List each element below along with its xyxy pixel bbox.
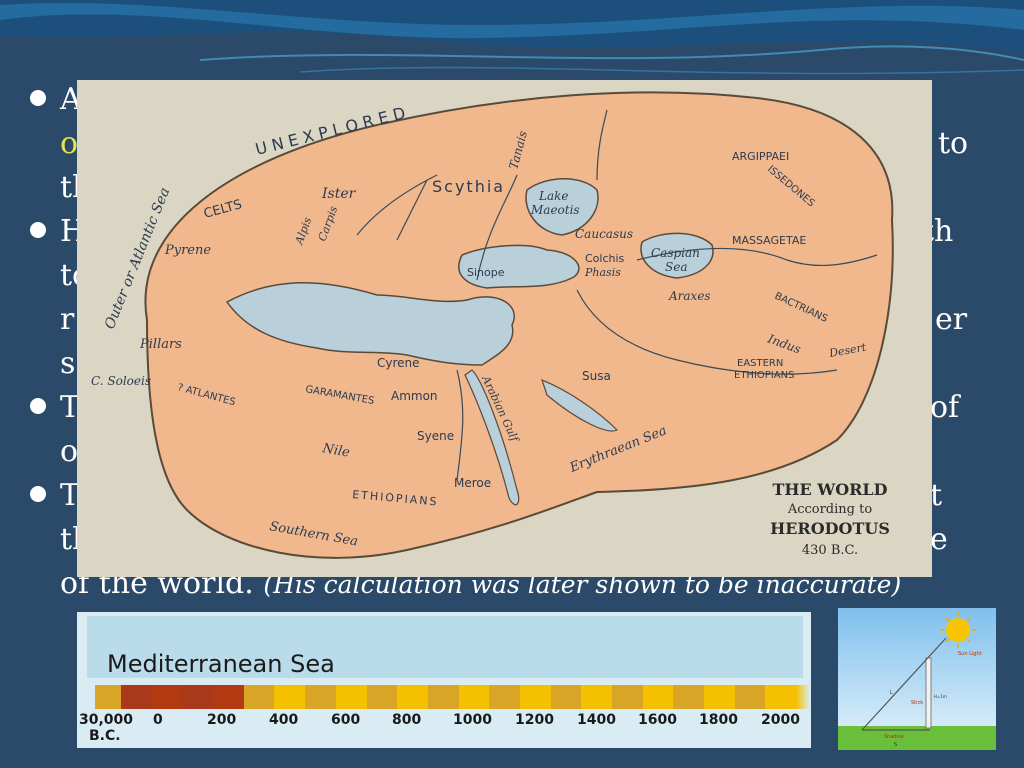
map-label-colchis: Colchis <box>585 252 625 265</box>
map-label-caspian: Caspian <box>651 246 700 260</box>
map-caption-date: 430 B.C. <box>802 543 858 558</box>
wave-header-decoration <box>0 0 1024 75</box>
timeline-title-box: Mediterranean Sea <box>87 616 803 678</box>
timeline-segment <box>335 685 367 709</box>
map-label-eastern: EASTERN <box>737 358 783 369</box>
timeline-label: 1600 <box>638 712 677 728</box>
map-label-massagetae: MASSAGETAE <box>732 234 806 247</box>
timeline-segment <box>151 685 183 709</box>
height-label: H=1m <box>934 694 947 699</box>
s-label: S <box>894 742 897 748</box>
timeline-segment <box>519 685 551 709</box>
stick-icon <box>925 657 932 729</box>
timeline-segment <box>458 685 490 709</box>
map-caption-herodotus: HERODOTUS <box>770 519 890 538</box>
map-label-argippaei: ARGIPPAEI <box>732 150 789 163</box>
timeline-label: 1800 <box>699 712 738 728</box>
timeline-segment <box>121 685 152 709</box>
bullet-2-frag: r <box>60 302 75 337</box>
timeline-segment <box>397 685 428 709</box>
timeline-segment <box>734 685 766 709</box>
bullet-dot <box>30 90 46 106</box>
map-label-scythia: Scythia <box>432 177 505 196</box>
timeline-segment <box>366 685 398 709</box>
timeline-label: 1000 <box>453 712 492 728</box>
timeline-label: 30,000 <box>79 712 134 728</box>
map-label-sinope: Sinope <box>467 266 505 279</box>
map-label-phasis: Phasis <box>584 266 621 279</box>
timeline-segment <box>305 685 336 709</box>
timeline-label: 600 <box>331 712 361 728</box>
bullet-dot <box>30 398 46 414</box>
map-label-syene: Syene <box>417 429 454 443</box>
map-label-maeotis: Maeotis <box>530 203 580 217</box>
bullet-2-frag: s <box>60 346 76 381</box>
timeline-segment <box>704 685 735 709</box>
map-label-ethiopians-east: ETHIOPIANS <box>734 370 794 381</box>
timeline-label: 2000 <box>761 712 800 728</box>
slide: A o to th H th to r er s T of o T t th e… <box>0 0 1024 768</box>
timeline-segment <box>427 685 459 709</box>
stick-label: Stick <box>911 700 923 706</box>
bullet-dot <box>30 222 46 238</box>
sun-icon <box>946 618 970 642</box>
timeline-segment <box>213 685 244 709</box>
bullet-dot <box>30 486 46 502</box>
map-label-ister: Ister <box>321 186 357 202</box>
timeline-labels: 30,000 0 200 400 600 800 1000 1200 1400 1600 1800 2… <box>77 710 811 750</box>
timeline-segment <box>95 685 121 709</box>
map-label-cyrene: Cyrene <box>377 356 420 370</box>
sun-light-label: Sun Light <box>958 651 982 657</box>
map-label-pyrene: Pyrene <box>164 243 211 258</box>
map-label-caspian-sea: Sea <box>665 260 687 274</box>
timeline-segment <box>642 685 674 709</box>
map-label-caucasus: Caucasus <box>575 227 633 241</box>
map-label-lake: Lake <box>538 189 569 203</box>
timeline-segment <box>581 685 612 709</box>
timeline-segment <box>765 685 797 709</box>
timeline-label-bc: B.C. <box>89 728 121 744</box>
bullet-1-frag: to <box>938 126 969 161</box>
timeline-segment <box>243 685 275 709</box>
timeline-label: 200 <box>207 712 237 728</box>
timeline-segment <box>550 685 582 709</box>
bullet-3-frag: of <box>930 390 960 425</box>
timeline-label: 800 <box>392 712 422 728</box>
bullet-4-frag: e <box>930 522 948 557</box>
map-label-araxes: Araxes <box>668 289 711 303</box>
timeline-segment <box>274 685 306 709</box>
timeline-fade <box>796 685 811 709</box>
map-label-meroe: Meroe <box>454 476 491 490</box>
map-label-c-soloeis: C. Soloeis <box>91 374 151 388</box>
map-label-pillars: Pillars <box>139 337 182 352</box>
timeline-segment <box>489 685 520 709</box>
bullet-2-frag: er <box>935 302 968 337</box>
timeline-label: 1200 <box>515 712 554 728</box>
length-label: L <box>890 690 893 696</box>
timeline-bar <box>95 685 811 709</box>
map-caption-according: According to <box>787 502 873 517</box>
timeline-segment <box>182 685 214 709</box>
timeline-label: 0 <box>153 712 163 728</box>
sun-stick-diagram: Sun Light Stick H=1m L Shadow S <box>838 608 996 750</box>
map-caption-title: THE WORLD <box>772 480 887 499</box>
timeline-segment <box>612 685 643 709</box>
timeline-label: 1400 <box>577 712 616 728</box>
timeline-title: Mediterranean Sea <box>107 650 335 678</box>
shadow-label: Shadow <box>884 734 904 740</box>
herodotus-world-map: UNEXPLORED Outer or Atlantic Sea CELTS I… <box>77 80 932 577</box>
timeline-segment <box>673 685 705 709</box>
bullet-1-frag: o <box>60 126 79 161</box>
bullet-3-frag: o <box>60 434 79 469</box>
map-label-ammon: Ammon <box>391 389 438 403</box>
timeline-label: 400 <box>269 712 299 728</box>
map-label-susa: Susa <box>582 369 611 383</box>
mediterranean-timeline: Mediterranean Sea 30,000 0 200 400 600 800 100… <box>77 612 811 748</box>
